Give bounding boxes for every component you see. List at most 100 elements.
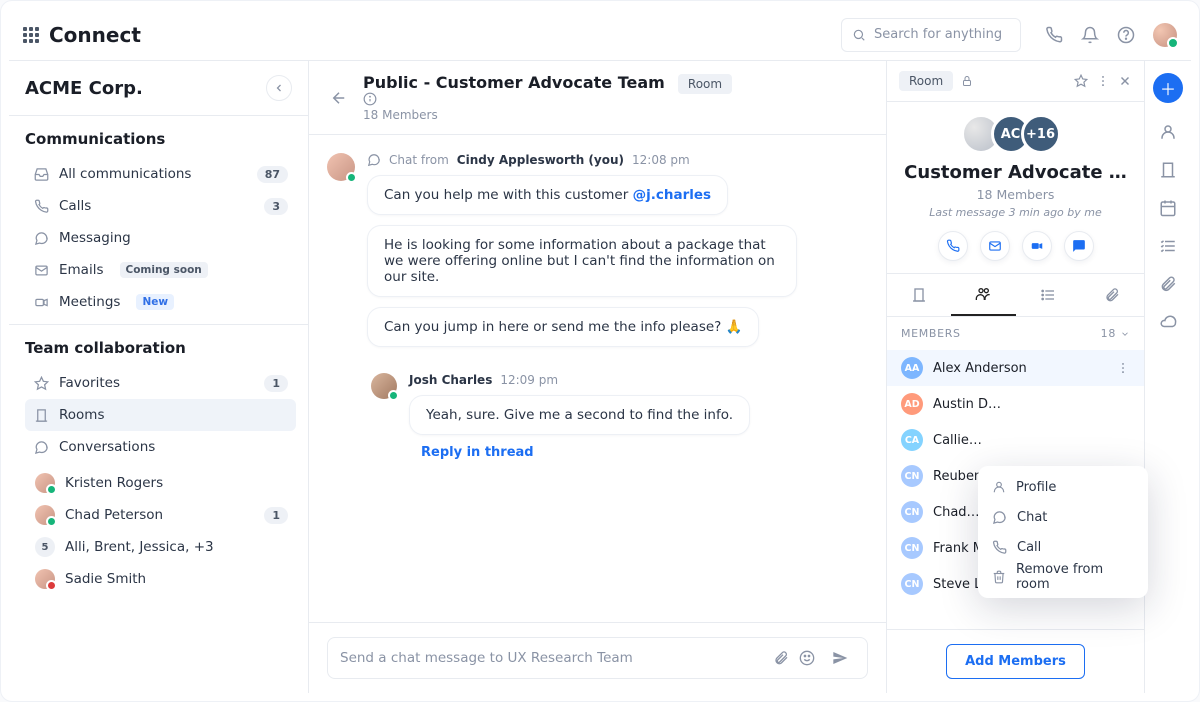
menu-item-profile[interactable]: Profile: [984, 472, 1142, 502]
conversation-item[interactable]: Sadie Smith: [25, 563, 296, 595]
message-bubble: He is looking for some information about…: [367, 225, 797, 297]
conversation-item[interactable]: Chad Peterson1: [25, 499, 296, 531]
sidebar-item-all-communications[interactable]: All communications87: [25, 158, 296, 190]
info-icon[interactable]: [363, 92, 738, 106]
member-avatar-initials: CN: [901, 501, 923, 523]
phone-icon[interactable]: [1045, 26, 1063, 44]
menu-item-label: Call: [1017, 540, 1041, 555]
profile-avatar[interactable]: [1153, 23, 1177, 47]
message-header: Chat from Cindy Applesworth (you) 12:08 …: [367, 153, 690, 167]
back-button[interactable]: [327, 89, 351, 107]
sidebar-team: Team collaboration Favorites 1 Rooms Conver…: [9, 325, 308, 693]
phone-icon: [33, 199, 49, 214]
chat-icon: [992, 510, 1007, 525]
rail-buildings[interactable]: [1159, 161, 1177, 179]
sidebar-item-label: Calls: [59, 198, 91, 214]
conversation-item[interactable]: 5Alli, Brent, Jessica, +3: [25, 531, 296, 563]
action-chat[interactable]: [1064, 231, 1094, 261]
member-name: Callie…: [933, 433, 982, 448]
sidebar-item-meetings[interactable]: MeetingsNew: [25, 286, 296, 318]
conversation-item[interactable]: Kristen Rogers: [25, 467, 296, 499]
member-actions-button[interactable]: [1116, 361, 1130, 375]
sender-avatar: [371, 373, 397, 399]
sidebar-item-badge: 1: [264, 375, 288, 392]
rail-tasks[interactable]: [1159, 237, 1177, 255]
member-row[interactable]: ADAustin D…: [887, 386, 1144, 422]
rail-files[interactable]: [1159, 275, 1177, 293]
rail-calendar[interactable]: [1159, 199, 1177, 217]
contact-avatar: [35, 473, 55, 493]
lock-icon: [961, 75, 973, 87]
reply-in-thread-link[interactable]: Reply in thread: [421, 445, 534, 460]
chat-subtitle: 18 Members: [363, 108, 738, 122]
emoji-icon[interactable]: [799, 650, 815, 666]
action-email[interactable]: [980, 231, 1010, 261]
room-chip: Room: [678, 74, 732, 94]
menu-item-chat[interactable]: Chat: [984, 502, 1142, 532]
member-overflow-count[interactable]: +16: [1021, 114, 1061, 154]
member-avatar-initials: CN: [901, 465, 923, 487]
sidebar-item-messaging[interactable]: Messaging: [25, 222, 296, 254]
members-heading-row: MEMBERS 18: [887, 317, 1144, 350]
members-count-toggle[interactable]: 18: [1101, 327, 1130, 340]
help-icon[interactable]: [1117, 26, 1135, 44]
sidebar-item-calls[interactable]: Calls3: [25, 190, 296, 222]
sidebar-item-favorites[interactable]: Favorites 1: [25, 367, 296, 399]
building-icon: [911, 287, 927, 303]
member-name: Alex Anderson: [933, 361, 1027, 376]
member-avatar-initials: AD: [901, 393, 923, 415]
add-members-button[interactable]: Add Members: [946, 644, 1085, 679]
tab-members[interactable]: [951, 274, 1015, 316]
action-video[interactable]: [1022, 231, 1052, 261]
tab-activity[interactable]: [1016, 274, 1080, 316]
details-tabs: [887, 274, 1144, 317]
sidebar-item-pill: New: [136, 294, 174, 310]
workspace-name: ACME Corp.: [25, 78, 143, 99]
collapse-sidebar-button[interactable]: [266, 75, 292, 101]
action-call[interactable]: [938, 231, 968, 261]
kebab-menu-icon[interactable]: [1096, 74, 1110, 88]
attachment-icon[interactable]: [773, 650, 789, 666]
mention[interactable]: @j.charles: [633, 187, 711, 203]
conversation-name: Kristen Rogers: [65, 475, 163, 491]
menu-item-label: Remove from room: [1016, 562, 1134, 592]
chat-panel: Public - Customer Advocate Team Room 18 …: [309, 61, 887, 693]
rail-cloud[interactable]: [1159, 313, 1177, 331]
message-composer[interactable]: Send a chat message to UX Research Team: [327, 637, 868, 679]
member-row[interactable]: AA Alex Anderson: [887, 350, 1144, 386]
conversation-name: Alli, Brent, Jessica, +3: [65, 539, 214, 555]
app-name: Connect: [49, 23, 141, 47]
sidebar-item-conversations[interactable]: Conversations: [25, 431, 296, 463]
unread-badge: 1: [264, 507, 288, 524]
sidebar-item-rooms[interactable]: Rooms: [25, 399, 296, 431]
member-avatar-initials: AA: [901, 357, 923, 379]
tab-overview[interactable]: [887, 274, 951, 316]
star-icon[interactable]: [1074, 74, 1088, 88]
member-avatar-initials: CA: [901, 429, 923, 451]
sidebar-section-title: Team collaboration: [25, 339, 296, 357]
bell-icon[interactable]: [1081, 26, 1099, 44]
sidebar-comms: Communications All communications87Calls…: [9, 116, 308, 325]
workspace-header: ACME Corp.: [9, 61, 308, 116]
video-icon: [33, 295, 49, 310]
conversation-scroll[interactable]: Chat from Cindy Applesworth (you) 12:08 …: [309, 135, 886, 622]
tab-files[interactable]: [1080, 274, 1144, 316]
quick-actions: [899, 231, 1132, 261]
menu-item-call[interactable]: Call: [984, 532, 1142, 562]
close-icon[interactable]: [1118, 74, 1132, 88]
composer-area: Send a chat message to UX Research Team: [309, 622, 886, 693]
user-icon: [992, 480, 1006, 494]
app-logo[interactable]: Connect: [23, 23, 141, 47]
member-row[interactable]: CA Callie…: [887, 422, 1144, 458]
compose-fab[interactable]: ＋: [1153, 73, 1183, 103]
sidebar-item-emails[interactable]: EmailsComing soon: [25, 254, 296, 286]
send-button[interactable]: [825, 643, 855, 673]
message-bubble: Yeah, sure. Give me a second to find the…: [409, 395, 750, 435]
sidebar-item-label: Conversations: [59, 439, 155, 455]
rail-contacts[interactable]: [1159, 123, 1177, 141]
member-context-menu[interactable]: ProfileChat Call Remove from room: [978, 466, 1148, 598]
trash-icon: [992, 570, 1006, 584]
sidebar-item-label: Favorites: [59, 375, 120, 391]
global-search[interactable]: Search for anything: [841, 18, 1021, 52]
menu-item-remove-from-room[interactable]: Remove from room: [984, 562, 1142, 592]
